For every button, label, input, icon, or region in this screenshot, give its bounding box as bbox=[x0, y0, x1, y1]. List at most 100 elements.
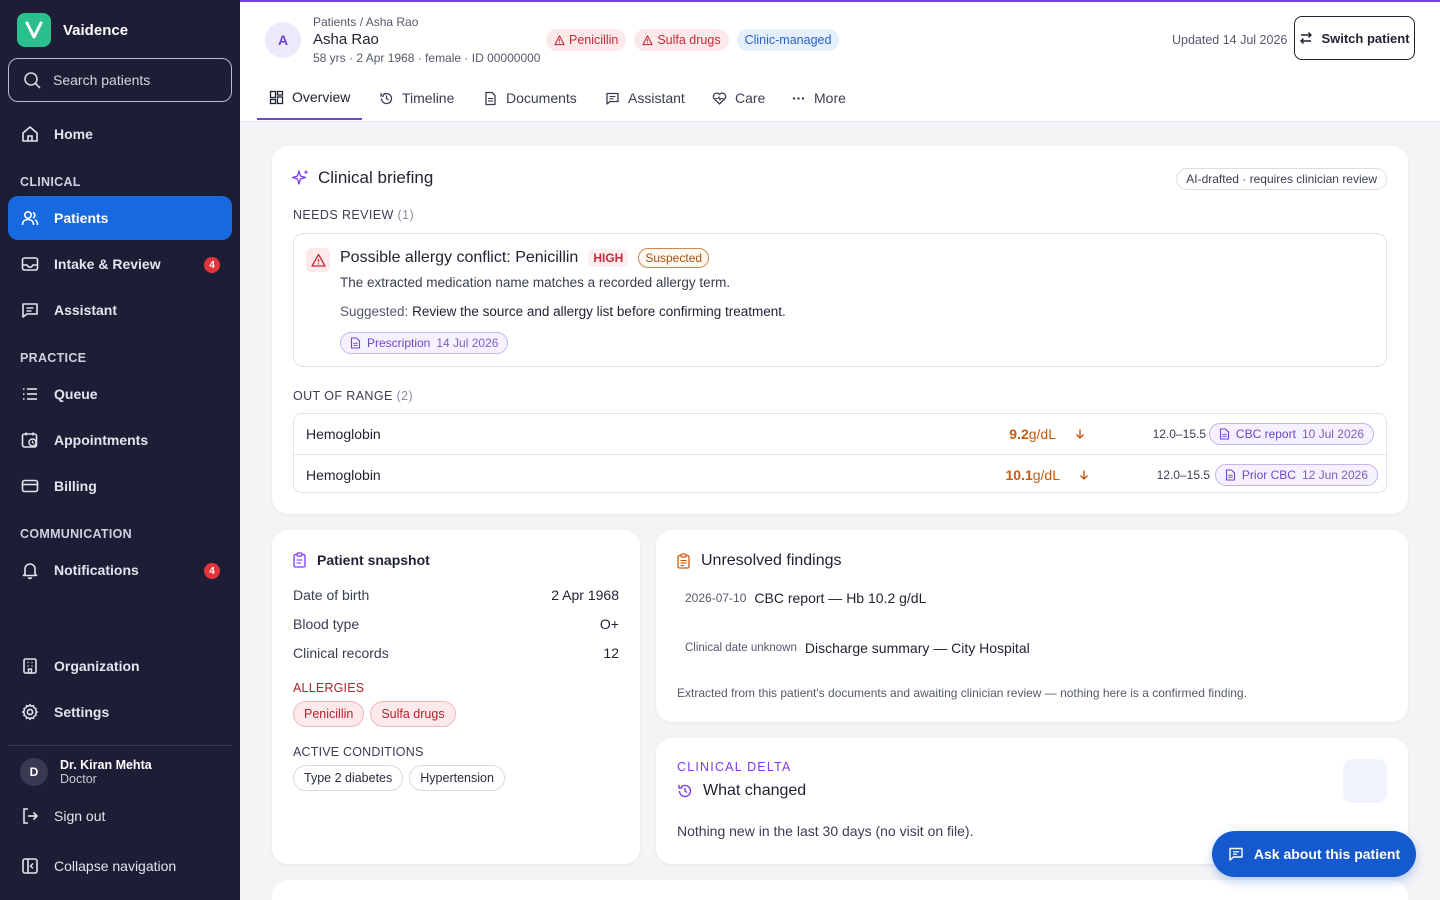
sidebar-item-intake[interactable]: Intake & Review 4 bbox=[8, 242, 232, 286]
sidebar-item-queue[interactable]: Queue bbox=[8, 372, 232, 416]
card-title-text: Patient snapshot bbox=[317, 552, 430, 568]
ask-about-patient-button[interactable]: Ask about this patient bbox=[1212, 831, 1416, 877]
sidebar-item-label: Home bbox=[54, 126, 93, 142]
section-practice: PRACTICE bbox=[20, 351, 87, 365]
updated-timestamp: Updated 14 Jul 2026 bbox=[1172, 33, 1288, 47]
field-label: Date of birth bbox=[293, 587, 370, 603]
lab-unit: g/dL bbox=[1032, 466, 1060, 483]
records-row: Clinical records 12 bbox=[293, 645, 619, 661]
users-icon bbox=[20, 208, 40, 228]
sidebar-item-label: Settings bbox=[54, 704, 110, 720]
table-row[interactable]: Hemoglobin 10.1g/dL 12.0–15.5 Prior CBC … bbox=[294, 454, 1386, 494]
tab-more[interactable]: More bbox=[779, 76, 858, 120]
delta-title: What changed bbox=[677, 782, 806, 800]
sidebar-item-label: Billing bbox=[54, 478, 97, 494]
tab-label: Documents bbox=[506, 90, 577, 106]
sidebar-item-patients[interactable]: Patients bbox=[8, 196, 232, 240]
warning-icon bbox=[554, 34, 565, 45]
collapse-navigation-button[interactable]: Collapse navigation bbox=[8, 844, 232, 888]
patient-name: Asha Rao bbox=[313, 31, 379, 48]
chat-icon bbox=[1229, 847, 1243, 861]
breadcrumb[interactable]: Patients / Asha Rao bbox=[313, 15, 418, 29]
lab-name: Hemoglobin bbox=[306, 426, 381, 442]
allergy-conflict-alert[interactable]: Possible allergy conflict: Penicillin HI… bbox=[293, 233, 1387, 367]
section-label-text: NEEDS REVIEW bbox=[293, 208, 394, 222]
document-icon bbox=[1219, 428, 1229, 440]
allergy-chip: Sulfa drugs bbox=[634, 29, 729, 51]
field-value: O+ bbox=[599, 616, 619, 632]
sidebar-item-label: Intake & Review bbox=[54, 256, 161, 272]
sidebar-item-settings[interactable]: Settings bbox=[8, 690, 232, 734]
alert-title-text: Possible allergy conflict: Penicillin bbox=[340, 249, 579, 266]
field-value: 2 Apr 1968 bbox=[551, 587, 619, 603]
tab-assistant[interactable]: Assistant bbox=[593, 76, 697, 120]
tab-overview[interactable]: Overview bbox=[257, 76, 363, 120]
sidebar-item-appointments[interactable]: Appointments bbox=[8, 418, 232, 462]
field-label: Clinical records bbox=[293, 645, 389, 661]
history-icon bbox=[678, 784, 692, 798]
section-clinical: CLINICAL bbox=[20, 175, 81, 189]
source-date: 12 Jun 2026 bbox=[1301, 468, 1368, 482]
condition-pill: Hypertension bbox=[409, 765, 505, 791]
section-count: (1) bbox=[397, 208, 415, 222]
sidebar-item-home[interactable]: Home bbox=[8, 112, 232, 156]
delta-text: Nothing new in the last 30 days (no visi… bbox=[677, 823, 974, 839]
sidebar-item-label: Queue bbox=[54, 386, 98, 402]
patient-avatar: A bbox=[265, 22, 301, 58]
switch-patient-button[interactable]: Switch patient bbox=[1294, 16, 1415, 60]
sidebar-item-billing[interactable]: Billing bbox=[8, 464, 232, 508]
credit-card-icon bbox=[20, 476, 40, 496]
source-name: CBC report bbox=[1235, 427, 1296, 441]
card-title-text: Clinical briefing bbox=[318, 168, 434, 187]
lab-value-number: 10.1 bbox=[1005, 466, 1033, 483]
finding-text: Discharge summary — City Hospital bbox=[804, 640, 1030, 656]
home-icon bbox=[20, 124, 40, 144]
sidebar-item-assistant[interactable]: Assistant bbox=[8, 288, 232, 332]
allergy-pill: Penicillin bbox=[293, 701, 365, 727]
sign-out-button[interactable]: Sign out bbox=[8, 794, 232, 838]
ai-review-badge: AI-drafted · requires clinician review bbox=[1176, 168, 1387, 190]
list-item[interactable]: Clinical date unknown Discharge summary … bbox=[685, 640, 1030, 656]
source-document-link[interactable]: CBC report 10 Jul 2026 bbox=[1208, 423, 1374, 445]
warning-icon bbox=[642, 34, 653, 45]
sidebar-item-notifications[interactable]: Notifications 4 bbox=[8, 548, 232, 592]
tab-documents[interactable]: Documents bbox=[471, 76, 589, 120]
source-document-link[interactable]: Prescription 14 Jul 2026 bbox=[340, 332, 509, 354]
lab-unit: g/dL bbox=[1028, 426, 1056, 442]
reference-range: 12.0–15.5 bbox=[1152, 427, 1206, 441]
sidebar-collapse-icon bbox=[20, 856, 40, 876]
search-input[interactable]: Search patients bbox=[8, 58, 232, 102]
conditions-list: Type 2 diabetes Hypertension bbox=[293, 765, 505, 791]
alert-suggestion: Suggested: Review the source and allergy… bbox=[340, 304, 786, 319]
swap-icon bbox=[1300, 32, 1313, 44]
app-name: Vaidence bbox=[63, 21, 129, 39]
lab-value: 10.1g/dL bbox=[1006, 467, 1061, 483]
status-badge: Suspected bbox=[638, 248, 710, 268]
document-icon bbox=[1225, 469, 1235, 481]
unresolved-findings-card: Unresolved findings 2026-07-10 CBC repor… bbox=[656, 530, 1408, 722]
bell-icon bbox=[20, 560, 40, 580]
source-name: Prior CBC bbox=[1241, 468, 1296, 482]
source-document-link[interactable]: Prior CBC 12 Jun 2026 bbox=[1214, 464, 1378, 486]
sidebar-item-label: Appointments bbox=[54, 432, 149, 448]
list-item[interactable]: 2026-07-10 CBC report — Hb 10.2 g/dL bbox=[685, 590, 926, 606]
tab-label: More bbox=[814, 90, 846, 106]
allergies-label: ALLERGIES bbox=[293, 681, 365, 695]
table-row[interactable]: Hemoglobin 9.2g/dL 12.0–15.5 CBC report … bbox=[294, 414, 1386, 454]
chat-icon bbox=[606, 92, 619, 105]
user-profile[interactable]: D Dr. Kiran Mehta Doctor bbox=[20, 758, 152, 786]
tab-label: Assistant bbox=[628, 90, 685, 106]
needs-review-label: NEEDS REVIEW (1) bbox=[293, 208, 414, 222]
section-label-text: OUT OF RANGE bbox=[293, 389, 393, 403]
search-icon bbox=[24, 72, 41, 89]
clipboard-icon bbox=[293, 552, 306, 568]
patient-tabs: Overview Timeline Documents Assistant Ca… bbox=[240, 76, 1440, 122]
intake-count-badge: 4 bbox=[204, 257, 220, 273]
tab-label: Care bbox=[735, 90, 766, 106]
arrow-down-icon bbox=[1076, 429, 1084, 439]
tab-timeline[interactable]: Timeline bbox=[367, 76, 466, 120]
clinical-briefing-card: Clinical briefing AI-drafted · requires … bbox=[272, 146, 1408, 514]
sidebar-item-organization[interactable]: Organization bbox=[8, 644, 232, 688]
tab-care[interactable]: Care bbox=[700, 76, 777, 120]
brand[interactable]: Vaidence bbox=[17, 13, 128, 47]
